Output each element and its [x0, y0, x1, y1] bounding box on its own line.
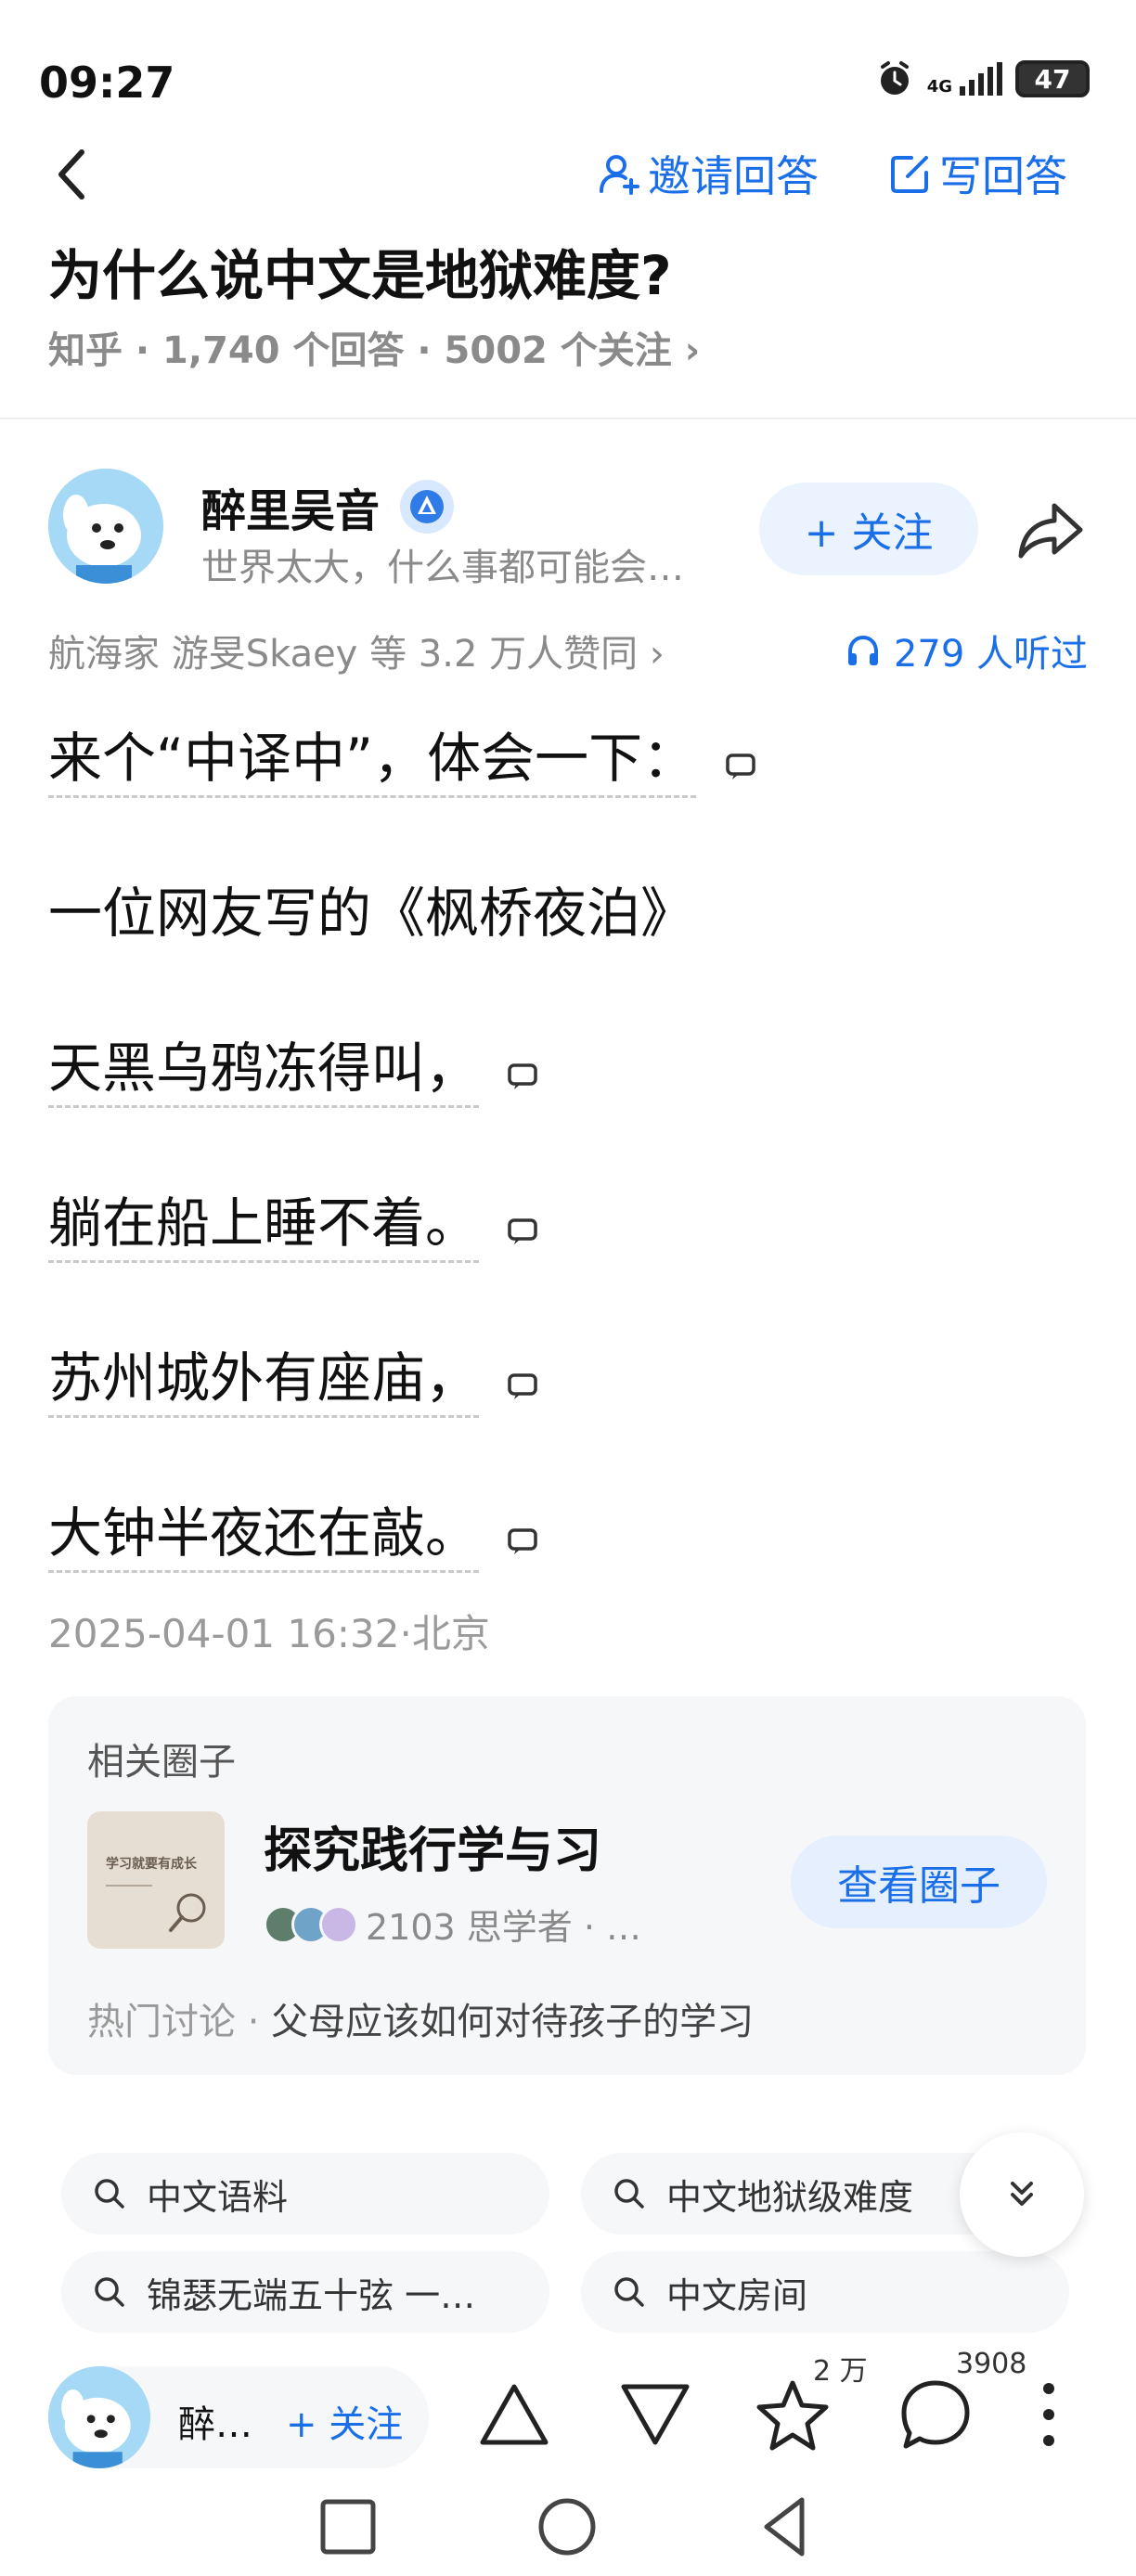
system-nav-bar: [0, 2487, 1136, 2576]
recents-icon[interactable]: [316, 2494, 381, 2559]
search-chip-label: 中文房间: [666, 2274, 808, 2316]
invite-answer-label: 邀请回答: [648, 151, 819, 201]
content-line[interactable]: 来个“中译中”，体会一下：: [48, 715, 1088, 869]
question-meta[interactable]: 知乎 · 1,740 个回答 · 5002 个关注 ›: [48, 320, 700, 374]
search-icon: [614, 2179, 644, 2209]
top-nav: 邀请回答 写回答: [0, 130, 1136, 219]
view-circle-button[interactable]: 查看圈子: [791, 1835, 1047, 1928]
collapse-fab[interactable]: [960, 2132, 1084, 2257]
network-indicator: 4G: [927, 62, 1002, 96]
answer-content: 来个“中译中”，体会一下： 一位网友写的《枫桥夜泊》 天黑乌鸦冻得叫， 躺在船上…: [48, 715, 1088, 1644]
bottom-action-bar: 醉… + 关注 2 万 3908: [0, 2348, 1136, 2487]
circle-member-count: 2103 思学者 · …: [366, 1907, 642, 1948]
comment-marker-icon[interactable]: [507, 1372, 538, 1400]
search-chip-label: 中文地狱级难度: [666, 2176, 914, 2218]
hot-discussion-prefix: 热门讨论 ·: [87, 2001, 272, 2043]
status-time: 09:27: [39, 58, 175, 108]
comment-icon[interactable]: [897, 2376, 975, 2454]
bottom-author-pill[interactable]: 醉… + 关注: [48, 2366, 429, 2468]
bottom-author-name: 醉…: [178, 2403, 252, 2446]
content-line[interactable]: 躺在船上睡不着。: [48, 1179, 1088, 1334]
content-line-text: 躺在船上睡不着。: [48, 1191, 480, 1263]
double-chevron-down-icon: [1011, 2182, 1033, 2206]
circle-section-label: 相关圈子: [87, 1741, 236, 1784]
search-chip-label: 锦瑟无端五十弦 一…: [147, 2274, 476, 2316]
battery-icon: 47: [1015, 60, 1090, 97]
related-circle-card[interactable]: 相关圈子 学习就要有成长 探究践行学与习 2103 思学者 · … 查看圈子 热…: [48, 1696, 1086, 2075]
content-line-text: 天黑乌鸦冻得叫，: [48, 1037, 480, 1108]
dog-avatar-icon: [48, 469, 163, 584]
edit-icon: [891, 156, 928, 193]
system-back-icon[interactable]: [754, 2494, 819, 2559]
upvote-summary[interactable]: 航海家 游旻Skaey 等 3.2 万人赞同 ›: [48, 624, 665, 677]
member-avatars: [264, 1904, 358, 1944]
content-line-text: 苏州城外有座庙，: [48, 1346, 480, 1418]
circle-members: 2103 思学者 · …: [264, 1899, 641, 1950]
follow-button[interactable]: + 关注: [759, 483, 978, 575]
bottom-author-avatar[interactable]: [48, 2366, 150, 2468]
signal-icon: [960, 62, 1002, 96]
invite-user-icon: [600, 155, 639, 195]
content-line[interactable]: 天黑乌鸦冻得叫，: [48, 1024, 1088, 1179]
listen-count[interactable]: 279 人听过: [846, 624, 1088, 677]
author-row: 醉里吴音 世界太大，什么事都可能会… + 关注: [48, 469, 1097, 589]
search-icon: [95, 2277, 124, 2307]
verified-badge-icon: [400, 480, 455, 534]
search-chip[interactable]: 中文房间: [581, 2251, 1069, 2333]
status-icons: 4G 47: [875, 59, 1090, 98]
upvote-icon[interactable]: [475, 2376, 553, 2454]
comment-marker-icon[interactable]: [507, 1217, 538, 1245]
comments-count: 3908: [956, 2348, 1027, 2380]
back-icon[interactable]: [48, 137, 95, 212]
invite-answer-button[interactable]: 邀请回答: [598, 143, 819, 204]
content-line[interactable]: 苏州城外有座庙，: [48, 1334, 1088, 1489]
search-chip[interactable]: 中文语料: [61, 2153, 549, 2235]
question-title[interactable]: 为什么说中文是地狱难度?: [48, 232, 672, 310]
author-bio: 世界太大，什么事都可能会…: [201, 547, 684, 589]
search-chip-label: 中文语料: [147, 2176, 289, 2218]
hot-discussion-topic: 父母应该如何对待孩子的学习: [271, 2001, 755, 2043]
search-chip[interactable]: 锦瑟无端五十弦 一…: [61, 2251, 549, 2333]
divider: [0, 418, 1136, 419]
home-icon[interactable]: [535, 2494, 600, 2559]
write-answer-button[interactable]: 写回答: [889, 143, 1067, 204]
comment-marker-icon[interactable]: [725, 753, 756, 780]
member-avatar: [319, 1904, 358, 1944]
answer-date: 2025-04-01 16:32·北京: [48, 1611, 490, 1656]
search-icon: [614, 2277, 644, 2307]
content-line-text: 来个“中译中”，体会一下：: [48, 727, 697, 798]
author-avatar[interactable]: [48, 469, 163, 584]
author-name[interactable]: 醉里吴音: [201, 474, 380, 539]
author-name-row: 醉里吴音: [201, 474, 455, 539]
alarm-icon: [880, 61, 909, 95]
circle-name[interactable]: 探究践行学与习: [264, 1811, 601, 1881]
bottom-follow-button[interactable]: + 关注: [286, 2394, 403, 2448]
headphones-icon: [847, 635, 878, 665]
circle-thumbnail[interactable]: 学习就要有成长: [87, 1811, 225, 1949]
more-vertical-icon[interactable]: [1030, 2376, 1067, 2454]
battery-level: 47: [1034, 63, 1071, 95]
listen-count-label: 279 人听过: [893, 633, 1088, 676]
dog-avatar-icon: [48, 2366, 150, 2468]
comment-marker-icon[interactable]: [507, 1527, 538, 1555]
hot-discussion[interactable]: 热门讨论 · 父母应该如何对待孩子的学习: [87, 1991, 754, 2045]
write-answer-label: 写回答: [939, 151, 1067, 201]
magnifier-illustration-icon: [106, 1885, 206, 1932]
content-line-text: 一位网友写的《枫桥夜泊》: [48, 882, 695, 945]
status-bar: 09:27 4G 47: [0, 0, 1136, 139]
answer-stats: 航海家 游旻Skaey 等 3.2 万人赞同 › 279 人听过: [48, 624, 1088, 679]
comment-marker-icon[interactable]: [507, 1063, 538, 1090]
share-icon[interactable]: [1013, 493, 1088, 567]
content-line: 一位网友写的《枫桥夜泊》: [48, 869, 1088, 1024]
network-type: 4G: [926, 77, 952, 97]
search-icon: [95, 2179, 124, 2209]
content-line-text: 大钟半夜还在敲。: [48, 1501, 480, 1573]
favorites-count: 2 万: [813, 2355, 868, 2388]
downvote-icon[interactable]: [616, 2376, 694, 2454]
